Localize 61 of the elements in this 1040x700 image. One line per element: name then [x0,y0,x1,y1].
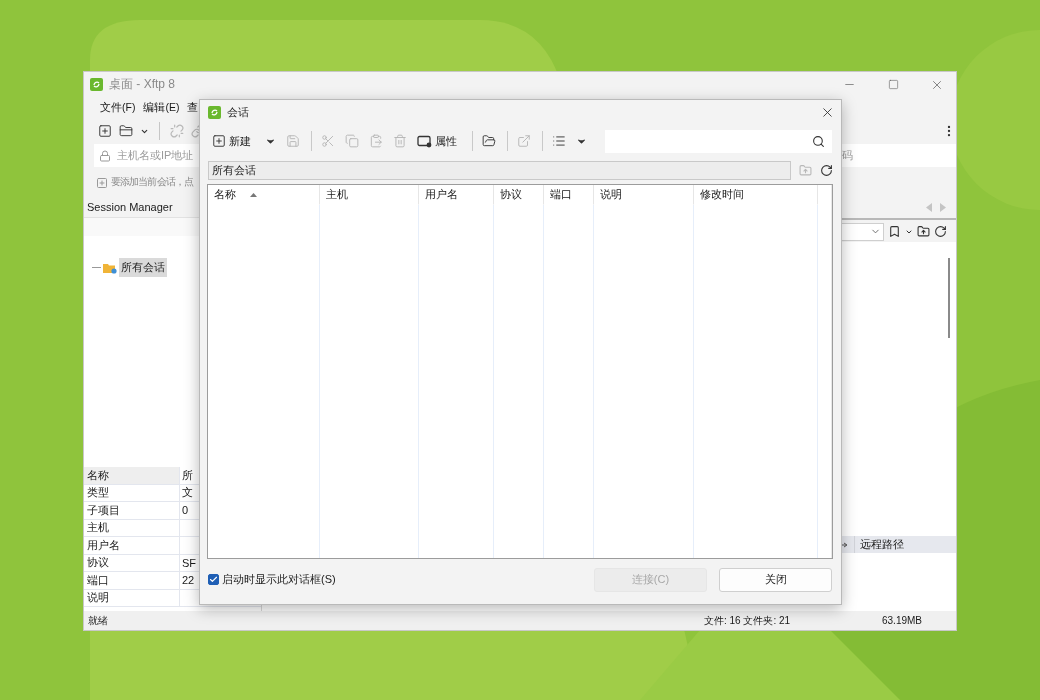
hint-text: 要添加当前会话，点 [111,176,193,189]
copy-icon [345,134,359,148]
column-header[interactable]: 端口 [544,185,594,205]
folder-icon [482,134,496,148]
add-session-icon [96,176,108,189]
app-icon [90,78,103,91]
refresh-icon[interactable] [820,163,833,177]
property-name: 用户名 [84,537,180,554]
property-name: 名称 [84,467,180,484]
property-value: 文 [181,485,193,501]
maximize-icon[interactable] [887,79,899,90]
property-value: 22 [181,573,195,589]
check-icon [209,575,218,584]
scissors-icon [321,134,335,148]
window-settings-icon [417,134,432,148]
bookmark-icon[interactable] [888,225,901,238]
menu-item[interactable]: 编辑(E) [142,99,181,117]
scroll-right-icon[interactable] [940,202,946,212]
column-header[interactable]: 协议 [494,185,544,205]
refresh-icon[interactable] [934,225,947,238]
new-session-icon [212,134,226,148]
column-header[interactable]: 修改时间 [694,185,818,205]
path-field: 所有会话 [208,160,791,180]
window-title: 桌面 - Xftp 8 [109,76,177,93]
tree-item[interactable]: 所有会话 [119,258,167,277]
lock-icon [99,149,111,162]
checkbox[interactable] [208,574,219,585]
properties-button[interactable]: 属性 [415,131,459,151]
checkbox-label[interactable]: 启动时显示此对话框(S) [222,572,336,587]
column-header[interactable]: 说明 [594,185,694,205]
scroll-left-icon[interactable] [926,202,932,212]
dialog-button[interactable]: 关闭 [719,567,832,592]
export-icon [517,134,531,148]
file-count: 文件: 16 文件夹: 21 [704,613,792,628]
scrollbar-thumb[interactable] [948,258,950,338]
folder-up-icon[interactable] [917,225,930,238]
property-name: 子项目 [84,502,180,519]
property-value: 0 [181,503,189,519]
trash-icon [393,134,407,148]
save-icon [286,134,300,148]
folder-icon[interactable] [119,124,133,138]
new-session-icon[interactable] [98,124,112,138]
property-name: 端口 [84,572,180,589]
property-value: 所 [181,467,193,483]
size-text: 63.19MB [882,615,924,626]
list-icon [552,134,566,148]
paste-icon [369,134,383,148]
column-header[interactable]: 用户名 [419,185,494,205]
arrow-icon [840,541,848,548]
status-text: 就绪 [88,613,109,628]
unlink-icon[interactable] [170,124,184,138]
app-icon [208,105,221,119]
property-value: SF [181,555,197,571]
search-field[interactable] [605,129,832,153]
column-header[interactable]: 主机 [320,185,419,205]
folder-gear-icon [103,261,117,274]
menu-item[interactable]: 文件(F) [99,99,137,117]
new-button[interactable]: 新建 [210,131,253,151]
menu-item[interactable]: 查 [186,99,200,117]
search-icon [812,134,825,148]
dialog-title: 会话 [227,104,250,120]
